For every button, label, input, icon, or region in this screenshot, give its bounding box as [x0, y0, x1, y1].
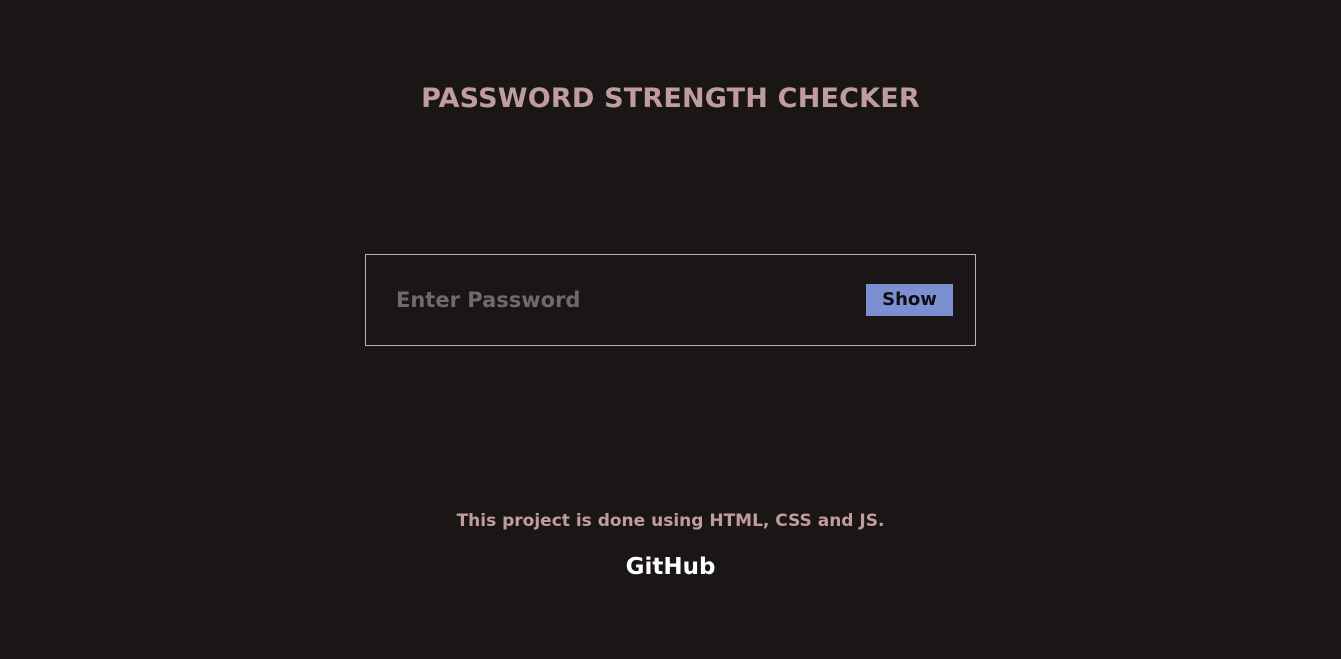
page-title: PASSWORD STRENGTH CHECKER — [421, 83, 920, 114]
github-link[interactable]: GitHub — [0, 551, 1341, 583]
show-password-button[interactable]: Show — [866, 284, 953, 316]
page: PASSWORD STRENGTH CHECKER Show This proj… — [0, 0, 1341, 659]
footer-note: This project is done using HTML, CSS and… — [456, 511, 885, 531]
password-box: Show — [365, 254, 976, 346]
password-input[interactable] — [396, 280, 816, 320]
